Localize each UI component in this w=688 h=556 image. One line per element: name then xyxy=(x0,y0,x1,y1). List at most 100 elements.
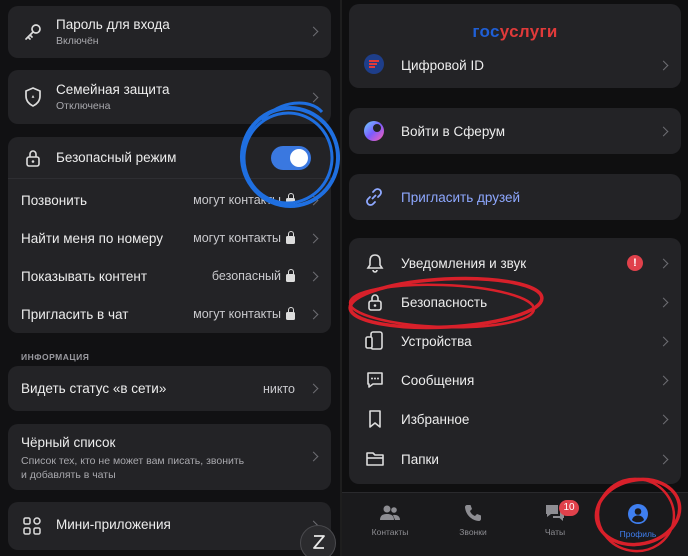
mini-apps-title: Мини-приложения xyxy=(56,517,171,532)
settings-item-label: Избранное xyxy=(401,411,470,427)
grid-icon xyxy=(22,516,42,536)
family-protection-status: Отключена xyxy=(56,100,111,112)
tab-contacts[interactable]: Контакты xyxy=(360,503,420,537)
chevron-right-icon xyxy=(308,271,319,281)
chevron-right-icon xyxy=(308,92,319,103)
message-icon xyxy=(364,370,386,390)
profile-icon xyxy=(627,503,649,525)
settings-item-folders[interactable]: Папки xyxy=(349,440,681,478)
online-status-card[interactable]: Видеть статус «в сети» никто xyxy=(8,366,331,411)
chevron-right-icon xyxy=(308,309,319,319)
settings-item-devices[interactable]: Устройства xyxy=(349,322,681,360)
chevron-right-icon xyxy=(658,258,669,268)
privacy-row-value: могут контакты xyxy=(193,192,295,207)
sferum-icon xyxy=(363,120,385,142)
invite-friends-label: Пригласить друзей xyxy=(401,190,521,205)
privacy-row-label: Пригласить в чат xyxy=(21,306,129,322)
lock-icon xyxy=(366,292,384,312)
chevron-right-icon xyxy=(658,126,669,137)
settings-list-card: Уведомления и звук ! Безопасность Устрой… xyxy=(349,238,681,484)
chevron-right-icon xyxy=(308,26,319,37)
tab-label: Профиль xyxy=(619,529,657,539)
brand-part1: гос xyxy=(472,22,500,41)
chevron-right-icon xyxy=(658,454,669,464)
bell-icon xyxy=(365,253,385,273)
tab-profile[interactable]: Профиль xyxy=(608,503,668,539)
blacklist-card[interactable]: Чёрный список Список тех, кто не может в… xyxy=(8,424,331,490)
notification-alert-badge: ! xyxy=(627,255,643,271)
privacy-row-value: могут контакты xyxy=(193,306,295,321)
privacy-value-text: безопасный xyxy=(211,269,281,283)
chevron-right-icon xyxy=(308,383,319,394)
contacts-icon xyxy=(379,503,401,523)
safe-mode-row: Безопасный режим xyxy=(8,137,331,179)
settings-item-label: Безопасность xyxy=(401,294,488,310)
invite-friends-card[interactable]: Пригласить друзей xyxy=(349,174,681,220)
safe-mode-title: Безопасный режим xyxy=(56,150,177,165)
settings-item-notifications[interactable]: Уведомления и звук ! xyxy=(349,244,681,282)
brand-part2: услуги xyxy=(499,22,558,41)
privacy-row-value: безопасный xyxy=(211,268,295,283)
digital-id-icon xyxy=(363,53,385,75)
chevron-right-icon xyxy=(658,414,669,424)
privacy-row-find-by-number[interactable]: Найти меня по номеру могут контакты xyxy=(8,219,331,257)
chevron-right-icon xyxy=(308,195,319,205)
profile-panel: госуслуги Цифровой ID Войти в Сферум При… xyxy=(342,0,688,556)
privacy-row-value: могут контакты xyxy=(193,230,295,245)
sferum-card[interactable]: Войти в Сферум xyxy=(349,108,681,154)
chevron-right-icon xyxy=(658,60,669,71)
lock-icon xyxy=(286,268,295,282)
bottom-tab-bar: Контакты Звонки 10 Чаты Профиль xyxy=(342,492,688,556)
blacklist-title: Чёрный список xyxy=(21,435,116,450)
tab-calls[interactable]: Звонки xyxy=(443,503,503,537)
tab-chats[interactable]: 10 Чаты xyxy=(525,500,585,537)
gosuslugi-card[interactable]: госуслуги Цифровой ID xyxy=(349,4,681,88)
privacy-row-label: Найти меня по номеру xyxy=(21,230,164,246)
mini-apps-card[interactable]: Мини-приложения xyxy=(8,502,331,550)
blacklist-description-line2: и добавлять в чаты xyxy=(21,469,116,481)
devices-icon xyxy=(364,331,386,351)
privacy-row-label: Позвонить xyxy=(21,192,87,208)
chats-unread-badge: 10 xyxy=(559,500,579,516)
chevron-right-icon xyxy=(658,297,669,307)
lock-icon xyxy=(286,192,295,206)
settings-item-label: Уведомления и звук xyxy=(401,255,527,271)
swirl-icon xyxy=(310,533,328,551)
section-header-info: ИНФОРМАЦИЯ xyxy=(21,352,90,362)
tab-label: Чаты xyxy=(544,527,566,537)
settings-item-security[interactable]: Безопасность xyxy=(349,283,681,321)
chevron-right-icon xyxy=(308,233,319,243)
bookmark-icon xyxy=(366,409,384,429)
online-status-label: Видеть статус «в сети» xyxy=(21,381,167,396)
privacy-row-invite-to-chat[interactable]: Пригласить в чат могут контакты xyxy=(8,295,331,333)
password-status: Включён xyxy=(56,35,99,47)
sferum-label: Войти в Сферум xyxy=(401,124,506,139)
settings-item-favorites[interactable]: Избранное xyxy=(349,400,681,438)
privacy-row-call[interactable]: Позвонить могут контакты xyxy=(8,181,331,219)
tab-label: Звонки xyxy=(459,527,487,537)
password-card[interactable]: Пароль для входа Включён xyxy=(8,6,331,58)
privacy-row-label: Показывать контент xyxy=(21,268,148,284)
chevron-right-icon xyxy=(658,336,669,346)
chevron-right-icon xyxy=(308,451,319,462)
gosuslugi-logo: госуслуги xyxy=(349,22,681,42)
family-protection-title: Семейная защита xyxy=(56,82,170,97)
privacy-value-text: могут контакты xyxy=(193,193,281,207)
settings-item-label: Устройства xyxy=(401,333,472,349)
privacy-row-show-content[interactable]: Показывать контент безопасный xyxy=(8,257,331,295)
online-status-value: никто xyxy=(262,382,295,396)
settings-item-label: Сообщения xyxy=(401,372,475,388)
screenshot-edit-button[interactable] xyxy=(300,525,336,556)
settings-item-label: Папки xyxy=(401,451,439,467)
blacklist-description: Список тех, кто не может вам писать, зво… xyxy=(21,455,245,467)
settings-item-messages[interactable]: Сообщения xyxy=(349,361,681,399)
safe-mode-toggle[interactable] xyxy=(271,146,311,170)
safe-mode-card: Безопасный режим Позвонить могут контакт… xyxy=(8,137,331,333)
family-protection-card[interactable]: Семейная защита Отключена xyxy=(8,70,331,124)
privacy-value-text: могут контакты xyxy=(193,307,281,321)
lock-icon xyxy=(24,149,42,167)
link-icon xyxy=(364,187,384,207)
privacy-value-text: могут контакты xyxy=(193,231,281,245)
chevron-right-icon xyxy=(658,375,669,385)
lock-icon xyxy=(286,230,295,244)
